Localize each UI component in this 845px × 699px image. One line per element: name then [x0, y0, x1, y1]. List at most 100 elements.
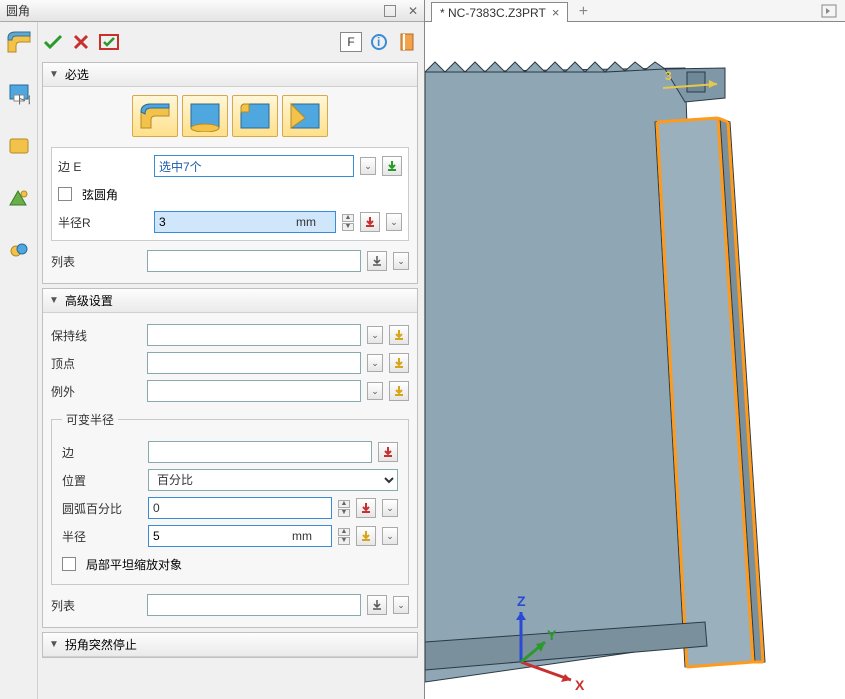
adv-list-save-icon[interactable]	[367, 595, 387, 615]
apply-icon[interactable]	[98, 31, 120, 53]
list-chevron-icon[interactable]: ⌄	[393, 252, 409, 270]
vr-edge-label: 边	[62, 444, 142, 461]
book-icon[interactable]	[396, 31, 418, 53]
f-button[interactable]: F	[340, 32, 362, 52]
edge-chevron-icon[interactable]: ⌄	[360, 157, 376, 175]
section-required-header[interactable]: ▼ 必选	[43, 63, 417, 87]
vr-arc-chevron-icon[interactable]: ⌄	[382, 499, 398, 517]
section-advanced: ▼ 高级设置 保持线 ⌄ 顶点 ⌄	[42, 288, 418, 628]
tab-add-icon[interactable]: +	[574, 3, 592, 21]
vr-pos-label: 位置	[62, 472, 142, 489]
section-required: ▼ 必选	[42, 62, 418, 284]
chevron-down-icon: ▼	[49, 639, 59, 650]
edge-label: 边 E	[58, 158, 148, 175]
except-chevron-icon[interactable]: ⌄	[367, 382, 383, 400]
chevron-down-icon: ▼	[49, 295, 59, 306]
side-icon-5[interactable]	[5, 236, 33, 264]
panel-close-icon[interactable]: ✕	[408, 4, 418, 18]
vr-arc-dl-icon[interactable]	[356, 498, 376, 518]
section-corner: ▼ 拐角突然停止	[42, 632, 418, 658]
chord-checkbox[interactable]	[58, 187, 72, 201]
panel-content: F i ▼ 必选	[38, 22, 424, 699]
except-dl-icon[interactable]	[389, 381, 409, 401]
side-toolstrip: トロ	[0, 22, 38, 699]
ok-icon[interactable]	[42, 31, 64, 53]
radius-input[interactable]	[154, 211, 336, 233]
dock-icon[interactable]	[819, 1, 839, 21]
radius-red-icon[interactable]	[360, 212, 380, 232]
vr-r-spinner[interactable]: ▲▼	[338, 528, 350, 545]
cancel-icon[interactable]	[70, 31, 92, 53]
mode-3-button[interactable]	[232, 95, 278, 137]
vr-edge-dl-icon[interactable]	[378, 442, 398, 462]
vr-local-checkbox[interactable]	[62, 557, 76, 571]
panel-title: 圆角	[6, 2, 30, 19]
section-advanced-title: 高级设置	[65, 292, 113, 309]
mode-4-button[interactable]	[282, 95, 328, 137]
svg-text:i: i	[377, 35, 380, 49]
vertex-label: 顶点	[51, 355, 141, 372]
chevron-down-icon: ▼	[49, 69, 59, 80]
vr-r-label: 半径	[62, 528, 142, 545]
vertex-input[interactable]	[147, 352, 361, 374]
axis-z-label: Z	[517, 593, 526, 609]
adv-list-input[interactable]	[147, 594, 361, 616]
axis-x-label: X	[575, 677, 585, 693]
3d-viewport[interactable]: 3 Z X Y	[425, 22, 845, 699]
info-icon[interactable]: i	[368, 31, 390, 53]
section-required-title: 必选	[65, 66, 89, 83]
adv-list-chevron-icon[interactable]: ⌄	[393, 596, 409, 614]
variable-radius-legend: 可变半径	[62, 411, 118, 428]
adv-list-label: 列表	[51, 597, 141, 614]
section-corner-title: 拐角突然停止	[65, 636, 137, 653]
viewport-panel: * NC-7383C.Z3PRT × +	[425, 0, 845, 699]
required-form: 边 E ⌄ 弦圆角 半径R	[51, 147, 409, 241]
keepline-label: 保持线	[51, 327, 141, 344]
keepline-input[interactable]	[147, 324, 361, 346]
side-icon-3[interactable]	[5, 132, 33, 160]
fillet-tool-icon[interactable]	[5, 28, 33, 56]
vr-edge-input[interactable]	[148, 441, 372, 463]
section-corner-header[interactable]: ▼ 拐角突然停止	[43, 633, 417, 657]
list-save-icon[interactable]	[367, 251, 387, 271]
section-advanced-header[interactable]: ▼ 高级设置	[43, 289, 417, 313]
list-label: 列表	[51, 253, 141, 270]
tab-close-icon[interactable]: ×	[552, 5, 560, 20]
fillet-mode-row	[51, 95, 409, 137]
radius-chevron-icon[interactable]: ⌄	[386, 213, 402, 231]
vr-local-label: 局部平坦缩放对象	[86, 556, 182, 573]
vr-arc-spinner[interactable]: ▲▼	[338, 500, 350, 517]
variable-radius-group: 可变半径 边 位置 百分比 圆弧百分比	[51, 411, 409, 585]
keepline-dl-icon[interactable]	[389, 325, 409, 345]
axis-y-label: Y	[547, 627, 557, 643]
svg-text:トロ: トロ	[15, 93, 30, 105]
vr-r-input[interactable]	[148, 525, 332, 547]
side-icon-4[interactable]	[5, 184, 33, 212]
vertex-chevron-icon[interactable]: ⌄	[367, 354, 383, 372]
panel-header: 圆角 ✕	[0, 0, 424, 22]
except-label: 例外	[51, 383, 141, 400]
edge-input[interactable]	[154, 155, 354, 177]
document-tab[interactable]: * NC-7383C.Z3PRT ×	[431, 2, 568, 22]
document-tabbar: * NC-7383C.Z3PRT × +	[425, 0, 845, 22]
mode-2-button[interactable]	[182, 95, 228, 137]
pin-icon[interactable]	[384, 5, 396, 17]
keepline-chevron-icon[interactable]: ⌄	[367, 326, 383, 344]
vr-arc-input[interactable]	[148, 497, 332, 519]
vr-r-chevron-icon[interactable]: ⌄	[382, 527, 398, 545]
list-input[interactable]	[147, 250, 361, 272]
property-panel: 圆角 ✕ トロ	[0, 0, 425, 699]
radius-label: 半径R	[58, 214, 148, 231]
except-input[interactable]	[147, 380, 361, 402]
side-icon-2[interactable]: トロ	[5, 80, 33, 108]
mode-1-button[interactable]	[132, 95, 178, 137]
radius-spinner[interactable]: ▲▼	[342, 214, 354, 231]
vr-arc-label: 圆弧百分比	[62, 500, 142, 517]
edge-download-icon[interactable]	[382, 156, 402, 176]
action-row: F i	[42, 26, 418, 58]
vertex-dl-icon[interactable]	[389, 353, 409, 373]
chord-label: 弦圆角	[82, 186, 118, 203]
document-tab-title: * NC-7383C.Z3PRT	[440, 6, 546, 20]
vr-pos-select[interactable]: 百分比	[148, 469, 398, 491]
vr-r-dl-icon[interactable]	[356, 526, 376, 546]
